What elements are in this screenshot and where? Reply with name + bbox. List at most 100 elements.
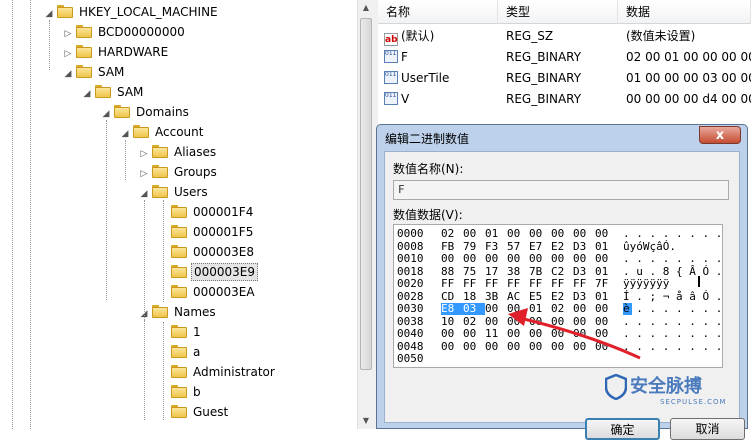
hex-byte[interactable]: 00	[573, 253, 595, 265]
hex-byte[interactable]: 00	[573, 340, 595, 353]
hex-row[interactable]: 0000 02 00 01 00 00 00 00 00. . . . . . . .	[397, 228, 722, 240]
hex-byte[interactable]: 7F	[595, 278, 617, 290]
scroll-down-arrow-icon[interactable]: ▼	[358, 413, 374, 429]
hex-byte[interactable]: 00	[441, 328, 463, 340]
hex-byte[interactable]: 17	[485, 265, 507, 278]
hex-byte[interactable]: E8	[441, 303, 463, 315]
hex-byte[interactable]: 00	[507, 328, 529, 340]
hex-row[interactable]: 0008 FB 79 F3 57 E7 E2 D3 01 ûyóWçâÓ.	[397, 240, 676, 253]
hex-byte[interactable]: 00	[551, 340, 573, 353]
hex-byte[interactable]: 02	[441, 228, 463, 240]
tree-node[interactable]: ◢ SAM	[82, 82, 145, 102]
hex-byte[interactable]: AC	[507, 290, 529, 303]
hex-byte[interactable]: 01	[485, 228, 507, 240]
hex-byte[interactable]: 88	[441, 265, 463, 278]
hex-byte[interactable]: E2	[551, 240, 573, 253]
hex-row[interactable]: 0020 FF FF FF FF FF FF FF 7F ÿÿÿÿÿÿÿ	[397, 278, 669, 290]
tree-node[interactable]: 000003EA	[158, 282, 257, 302]
hex-byte[interactable]: D3	[573, 265, 595, 278]
hex-byte[interactable]: FF	[485, 278, 507, 290]
expand-arrow-icon[interactable]: ▷	[139, 164, 149, 184]
expand-arrow-icon[interactable]: ▷	[139, 144, 149, 164]
ok-button[interactable]: 确定	[585, 418, 660, 440]
hex-byte[interactable]: 00	[485, 315, 507, 328]
tree-scrollbar[interactable]: ▲ ▼	[357, 0, 374, 429]
hex-row[interactable]: 0048 00 00 00 00 00 00 00 00. . . . . . . .	[397, 340, 722, 353]
hex-byte[interactable]: E5	[529, 290, 551, 303]
hex-byte[interactable]: 00	[573, 328, 595, 340]
hex-byte[interactable]: 00	[507, 253, 529, 265]
hex-byte[interactable]: FB	[441, 240, 463, 253]
hex-byte[interactable]: 11	[485, 328, 507, 340]
hex-byte[interactable]: 00	[551, 328, 573, 340]
hex-byte[interactable]: 00	[573, 315, 595, 328]
tree-node[interactable]: ◢ SAM	[63, 62, 126, 82]
scrollbar-thumb[interactable]	[360, 18, 372, 370]
tree-node[interactable]: ▷ Groups	[139, 162, 219, 182]
hex-byte[interactable]: 03	[463, 303, 485, 315]
hex-row[interactable]: 0050	[397, 353, 441, 365]
hex-byte[interactable]: 00	[507, 228, 529, 240]
hex-row[interactable]: 0038 10 02 00 00 00 00 00 00. . . . . . . .	[397, 315, 722, 328]
hex-byte[interactable]: 38	[507, 265, 529, 278]
hex-byte[interactable]: 00	[463, 228, 485, 240]
hex-byte[interactable]: 00	[463, 253, 485, 265]
tree-node[interactable]: Administrator	[158, 362, 277, 382]
hex-row[interactable]: 0040 00 00 11 00 00 00 00 00. . . . . . . .	[397, 328, 722, 340]
column-header-type[interactable]: 类型	[498, 0, 618, 24]
expand-arrow-icon[interactable]: ▷	[63, 44, 73, 64]
hex-byte[interactable]: 10	[441, 315, 463, 328]
tree-node[interactable]: 1	[158, 322, 203, 342]
value-row[interactable]: 011 110V REG_BINARY 00 00 00 00 d4 00 00	[378, 89, 751, 110]
hex-byte[interactable]: 18	[463, 290, 485, 303]
hex-byte[interactable]: 02	[551, 303, 573, 315]
hex-byte[interactable]: CD	[441, 290, 463, 303]
hex-byte[interactable]: FF	[507, 278, 529, 290]
tree-node[interactable]: 000003E9	[158, 262, 259, 282]
hex-byte[interactable]: 00	[463, 340, 485, 353]
hex-byte[interactable]: 02	[463, 315, 485, 328]
tree-node[interactable]: 000001F5	[158, 222, 255, 242]
tree-node[interactable]: ◢ Users	[139, 182, 210, 202]
expand-arrow-icon[interactable]: ▷	[63, 24, 73, 44]
value-row[interactable]: 011 110F REG_BINARY 02 00 01 00 00 00 00	[378, 47, 751, 68]
hex-byte[interactable]: 00	[551, 228, 573, 240]
hex-byte[interactable]: 57	[507, 240, 529, 253]
hex-byte[interactable]: E7	[529, 240, 551, 253]
hex-byte[interactable]: 00	[485, 340, 507, 353]
close-button[interactable]: x	[699, 126, 741, 144]
hex-row[interactable]: 0028 CD 18 3B AC E5 E2 D3 01 Í . ; ¬ å â Ó .	[397, 290, 722, 303]
hex-byte[interactable]: E2	[551, 290, 573, 303]
hex-byte[interactable]: FF	[551, 278, 573, 290]
tree-node[interactable]: ◢ Domains	[101, 102, 191, 122]
hex-byte[interactable]: 00	[529, 253, 551, 265]
hex-byte[interactable]: 01	[529, 303, 551, 315]
hex-byte[interactable]: 00	[595, 303, 617, 315]
hex-byte[interactable]: 01	[595, 265, 617, 278]
hex-byte[interactable]: 00	[595, 328, 617, 340]
tree-node[interactable]: ◢ Names	[139, 302, 218, 322]
hex-byte[interactable]: FF	[529, 278, 551, 290]
hex-byte[interactable]: 01	[595, 290, 617, 303]
hex-byte[interactable]: 00	[529, 315, 551, 328]
tree-node[interactable]: ▷ HARDWARE	[63, 42, 170, 62]
hex-byte[interactable]: 00	[551, 253, 573, 265]
tree-node[interactable]: 000003E8	[158, 242, 256, 262]
hex-byte[interactable]: FF	[463, 278, 485, 290]
value-row[interactable]: 011 110UserTile REG_BINARY 01 00 00 00 03 …	[378, 68, 751, 89]
hex-byte[interactable]: D3	[573, 240, 595, 253]
hex-byte[interactable]: 00	[529, 340, 551, 353]
hex-byte[interactable]: 00	[551, 315, 573, 328]
hex-byte[interactable]: 00	[485, 253, 507, 265]
tree-node[interactable]: ▷ Aliases	[139, 142, 218, 162]
hex-byte[interactable]: 00	[595, 253, 617, 265]
tree-node[interactable]: Guest	[158, 402, 230, 422]
hex-byte[interactable]: 00	[595, 340, 617, 353]
hex-editor[interactable]: 0000 02 00 01 00 00 00 00 00. . . . . . . . 0008 F…	[393, 224, 723, 368]
tree-node[interactable]: ◢ Account	[120, 122, 205, 142]
hex-row[interactable]: 0018 88 75 17 38 7B C2 D3 01 . u . 8 { Â Ó .	[397, 265, 722, 278]
hex-row[interactable]: 0010 00 00 00 00 00 00 00 00. . . . . . . .	[397, 253, 722, 265]
tree-node[interactable]: 000001F4	[158, 202, 255, 222]
hex-byte[interactable]: 00	[507, 303, 529, 315]
registry-tree[interactable]: ◢ HKEY_LOCAL_MACHINE ▷ BCD00000000 ▷ HARDWARE…	[0, 0, 357, 429]
